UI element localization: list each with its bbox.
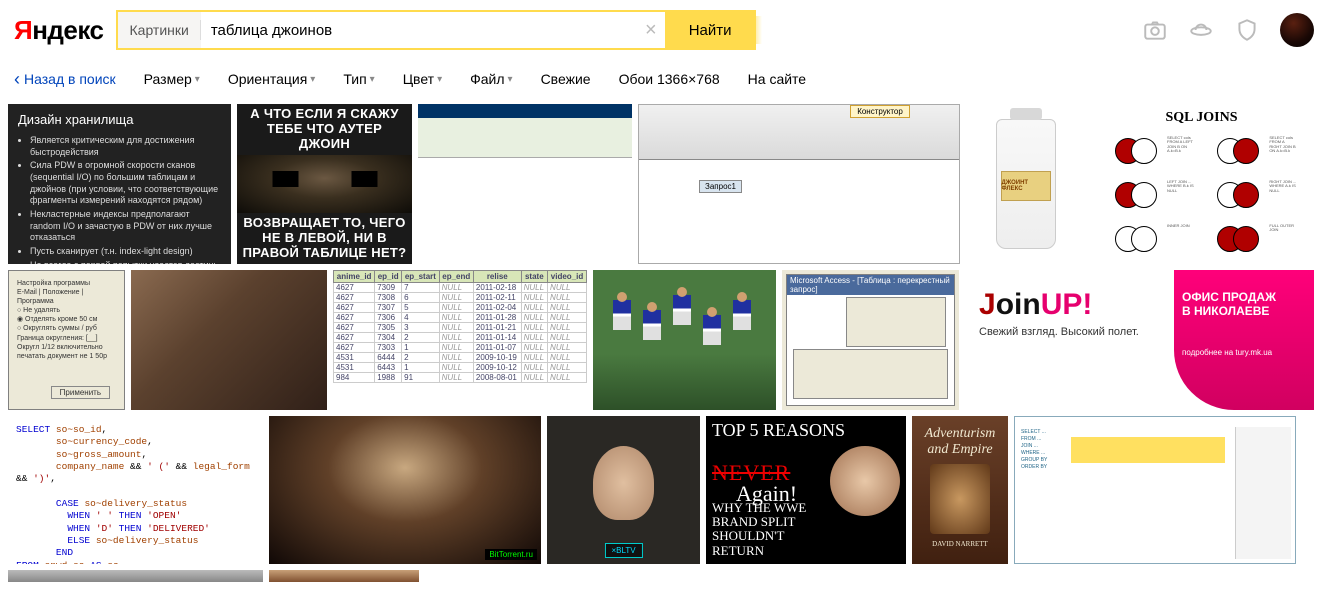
filter-size[interactable]: Размер▾ (144, 71, 200, 87)
sqljoins-title: SQL JOINS (1097, 110, 1306, 126)
slide-list: Является критическим для достижения быст… (18, 135, 221, 264)
header-actions (1142, 13, 1314, 47)
result-thumb[interactable]: Конструктор Запрос1 (638, 104, 960, 264)
filter-orientation[interactable]: Ориентация▾ (228, 71, 316, 87)
camera-icon[interactable] (1142, 17, 1168, 43)
chevron-down-icon: ▾ (370, 74, 375, 85)
result-thumb[interactable]: BitTorrent.ru (269, 416, 541, 564)
slide-title: Дизайн хранилища (18, 112, 221, 129)
chevron-down-icon: ▾ (508, 74, 513, 85)
result-row: Настройка программыE-Mail | Положение | … (8, 270, 1320, 410)
avatar[interactable] (1280, 13, 1314, 47)
meme-top-text: А ЧТО ЕСЛИ Я СКАЖУ ТЕБЕ ЧТО АУТЕР ДЖОИН (237, 104, 412, 155)
filter-type[interactable]: Тип▾ (343, 71, 374, 87)
filter-onsite[interactable]: На сайте (748, 71, 806, 87)
result-thumb[interactable]: TOP 5 REASONS NEVER Again! WHY THE WWE B… (706, 416, 906, 564)
logo-text: ндекс (32, 15, 103, 45)
joinup-logo: JoinUP! (979, 288, 1164, 322)
filter-fresh[interactable]: Свежие (541, 71, 591, 87)
chevron-down-icon: ▾ (310, 74, 315, 85)
search-button[interactable]: Найти (665, 10, 756, 50)
result-thumb[interactable] (593, 270, 776, 410)
result-thumb[interactable] (418, 104, 632, 264)
filter-file[interactable]: Файл▾ (470, 71, 512, 87)
shield-icon[interactable] (1234, 17, 1260, 43)
header: Яндекс Картинки × Найти (0, 0, 1328, 64)
back-to-search-link[interactable]: Назад в поиск (14, 70, 116, 88)
search-input[interactable] (201, 10, 665, 50)
result-thumb[interactable]: ×BLTV (547, 416, 700, 564)
result-row (8, 570, 1320, 582)
result-thumb[interactable]: JoinUP! Свежий взгляд. Высокий полет. ОФ… (965, 270, 1314, 410)
result-thumb[interactable]: SELECT SELECT so~so_id,so~so_id, so~curr… (8, 416, 263, 564)
db-table: anime_idep_idep_startep_endrelisestatevi… (333, 270, 587, 383)
result-thumb[interactable]: Настройка программыE-Mail | Положение | … (8, 270, 125, 410)
result-thumb[interactable]: SELECT ...FROM ...JOIN ...WHERE ...GROUP… (1014, 416, 1296, 564)
result-thumb[interactable]: ДЖОИНТ ФЛЕКС (966, 104, 1085, 264)
chevron-down-icon: ▾ (195, 74, 200, 85)
result-thumb[interactable] (269, 570, 419, 582)
image-results: Дизайн хранилища Является критическим дл… (0, 104, 1328, 582)
result-thumb[interactable]: SQL JOINS SELECT cols FROM A LEFT JOIN B… (1091, 104, 1312, 264)
result-thumb[interactable]: Microsoft Access - [Таблица : перекрестн… (782, 270, 959, 410)
meme-bottom-text: ВОЗВРАЩАЕТ ТО, ЧЕГО НЕ В ЛЕВОЙ, НИ В ПРА… (237, 213, 412, 264)
result-thumb[interactable]: Adventurism and Empire DAVID NARRETT (912, 416, 1008, 564)
result-row: Дизайн хранилища Является критическим дл… (8, 104, 1320, 264)
logo-accent: Я (14, 15, 32, 45)
result-thumb[interactable]: А ЧТО ЕСЛИ Я СКАЖУ ТЕБЕ ЧТО АУТЕР ДЖОИН … (237, 104, 412, 264)
joinup-banner-side: ОФИС ПРОДАЖ В НИКОЛАЕВЕ подробнее на tur… (1174, 270, 1314, 410)
meme-face (237, 155, 412, 213)
filter-color[interactable]: Цвет▾ (403, 71, 442, 87)
result-row: SELECT SELECT so~so_id,so~so_id, so~curr… (8, 416, 1320, 564)
result-thumb[interactable]: Дизайн хранилища Является критическим дл… (8, 104, 231, 264)
chevron-down-icon: ▾ (437, 74, 442, 85)
search-bar: Картинки × Найти (116, 10, 756, 50)
filter-wallpapers[interactable]: Обои 1366×768 (619, 71, 720, 87)
result-thumb[interactable] (131, 270, 327, 410)
result-thumb[interactable]: anime_idep_idep_startep_endrelisestatevi… (333, 270, 587, 410)
yandex-logo[interactable]: Яндекс (14, 15, 104, 46)
search-scope-tab[interactable]: Картинки (116, 10, 201, 50)
search-button-label: Найти (689, 22, 732, 39)
ufo-icon[interactable] (1188, 17, 1214, 43)
clear-icon[interactable]: × (645, 20, 657, 40)
filter-bar: Назад в поиск Размер▾ Ориентация▾ Тип▾ Ц… (0, 64, 1328, 104)
result-thumb[interactable] (8, 570, 263, 582)
